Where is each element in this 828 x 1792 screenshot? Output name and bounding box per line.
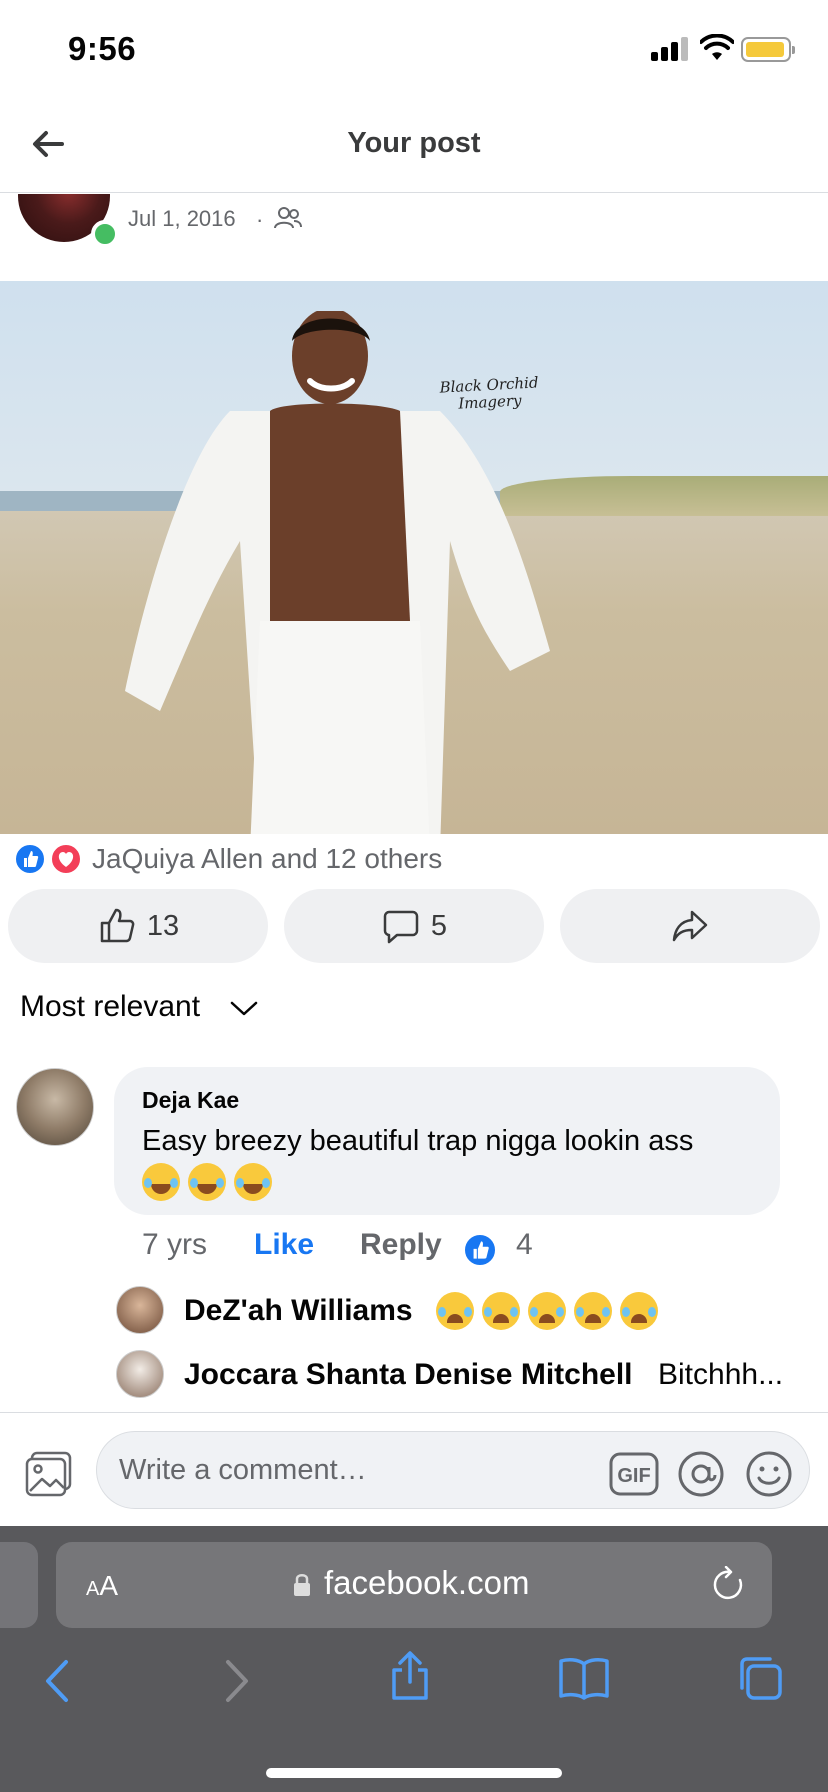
comment-count: 5 [430, 909, 448, 942]
forward-icon[interactable] [218, 1658, 254, 1704]
lock-icon [294, 1574, 310, 1596]
crying-emoji-icon [528, 1292, 566, 1330]
reader-settings-button[interactable]: AA [86, 1570, 118, 1602]
comment-author[interactable]: Deja Kae [142, 1087, 239, 1114]
reply-author[interactable]: Joccara Shanta Denise Mitchell [184, 1358, 633, 1392]
reply-text: Bitchhh... [658, 1358, 784, 1391]
chevron-down-icon [230, 1001, 258, 1016]
svg-text:GIF: GIF [617, 1465, 650, 1487]
reload-icon[interactable] [712, 1566, 748, 1604]
laughing-emoji-icon [188, 1163, 226, 1202]
crying-emoji-icon [436, 1292, 474, 1330]
commenter-avatar[interactable] [16, 1068, 94, 1146]
comment-icon [383, 910, 419, 944]
photo-icon[interactable] [24, 1451, 74, 1497]
comment-time: 7 yrs [142, 1228, 208, 1261]
previous-tab[interactable] [0, 1542, 38, 1628]
sort-label: Most relevant [20, 990, 201, 1023]
laughing-emoji-icon [234, 1163, 272, 1202]
friends-icon[interactable] [274, 206, 302, 230]
browser-chrome: AA facebook.com [0, 1526, 828, 1792]
like-button[interactable]: 13 [8, 889, 268, 963]
comment-like-button[interactable]: Like [254, 1228, 314, 1262]
comment-placeholder: Write a comment… [119, 1454, 367, 1486]
gif-icon[interactable]: GIF [609, 1452, 659, 1496]
reactions-text[interactable]: JaQuiya Allen and 12 others [92, 843, 442, 875]
comment-input[interactable]: Write a comment… GIF [96, 1431, 810, 1509]
post-photo[interactable]: Black Orchid Imagery [0, 281, 828, 834]
reply-item[interactable]: Joccara Shanta Denise Mitchell Bitchhh..… [116, 1350, 828, 1400]
comment-like-reaction-icon[interactable] [463, 1233, 497, 1267]
top-bar: Your post [0, 100, 828, 193]
page-title: Your post [347, 127, 481, 159]
status-time: 9:56 [68, 30, 137, 67]
back-icon[interactable] [40, 1658, 76, 1704]
sort-dropdown[interactable]: Most relevant [20, 990, 258, 1024]
comment-button[interactable]: 5 [284, 889, 544, 963]
bookmarks-icon[interactable] [558, 1656, 610, 1700]
like-count: 13 [146, 909, 180, 942]
crying-emoji-icon [620, 1292, 658, 1330]
comment-bubble: Deja Kae Easy breezy beautiful trap nigg… [114, 1067, 780, 1215]
comment-text: Easy breezy beautiful trap nigga lookin … [142, 1121, 762, 1202]
share-button[interactable] [560, 889, 820, 963]
like-reaction-icon [14, 843, 46, 875]
thumbs-up-icon [100, 908, 135, 943]
share-sheet-icon[interactable] [388, 1650, 432, 1702]
home-indicator [266, 1768, 562, 1778]
wifi-icon [700, 34, 734, 60]
emoji-icon[interactable] [745, 1450, 793, 1498]
laughing-emoji-icon [142, 1163, 180, 1202]
post-date[interactable]: Jul 1, 2016 [128, 206, 236, 232]
comment-reply-button[interactable]: Reply [360, 1228, 442, 1262]
comment-like-count[interactable]: 4 [516, 1228, 533, 1262]
battery-icon [741, 37, 795, 62]
comment-composer: Write a comment… GIF [0, 1412, 828, 1528]
url-bar[interactable]: AA facebook.com [56, 1542, 772, 1628]
status-bar: 9:56 [0, 0, 828, 100]
share-icon [672, 910, 708, 942]
reply-emojis [436, 1292, 666, 1330]
photo-watermark: Black Orchid Imagery [439, 373, 539, 413]
online-status-dot [91, 220, 119, 248]
signal-icon [651, 37, 691, 61]
tabs-icon[interactable] [736, 1654, 784, 1702]
crying-emoji-icon [574, 1292, 612, 1330]
url-text[interactable]: facebook.com [324, 1564, 529, 1602]
separator-dot: · [256, 207, 264, 232]
post-header: Jul 1, 2016 · [0, 194, 828, 282]
crying-emoji-icon [482, 1292, 520, 1330]
reply-avatar[interactable] [116, 1286, 164, 1334]
reply-item[interactable]: DeZ'ah Williams [116, 1286, 828, 1336]
reply-avatar[interactable] [116, 1350, 164, 1398]
mention-icon[interactable] [677, 1450, 725, 1498]
reply-author[interactable]: DeZ'ah Williams [184, 1294, 413, 1328]
love-reaction-icon [50, 843, 82, 875]
